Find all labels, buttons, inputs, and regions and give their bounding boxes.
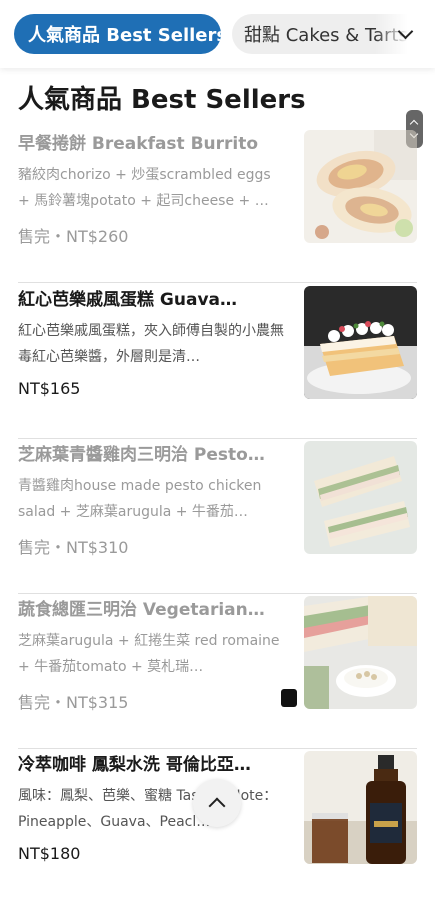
menu-item-vegetarian-sandwich[interactable]: 蔬食總匯三明治 Vegetarian… 芝麻葉arugula + 紅捲生菜 re… [18,593,417,749]
overlay-marker [281,689,297,707]
menu-item-text: 早餐捲餅 Breakfast Burrito 豬絞肉chorizo + 炒蛋sc… [18,127,288,214]
menu-item-description: 芝麻葉arugula + 紅捲生菜 red romaine + 牛番茄tomat… [18,633,280,675]
back-to-top-button[interactable] [193,779,241,827]
menu-item-description: 青醬雞肉house made pesto chicken salad + 芝麻葉… [18,478,262,520]
menu-item-description: 風味：鳳梨、芭樂、蜜糖 Tasting Note：Pineapple、Guava… [18,788,278,830]
section-title: 人氣商品 Best Sellers [18,85,306,115]
menu-item-text: 紅心芭樂戚風蛋糕 Guava… 紅心芭樂戚風蛋糕，夾入師傅自製的小農無毒紅心芭樂… [18,283,288,370]
menu-item-photo[interactable] [304,130,417,243]
menu-item-name: 芝麻葉青醬雞肉三明治 Pesto… [18,445,265,465]
menu-item-photo[interactable] [304,441,417,554]
menu-item-guava-cake[interactable]: 紅心芭樂戚風蛋糕 Guava… 紅心芭樂戚風蛋糕，夾入師傅自製的小農無毒紅心芭樂… [18,283,417,439]
menu-item-description: 豬絞肉chorizo + 炒蛋scrambled eggs + 馬鈴薯塊pota… [18,167,271,209]
menu-item-photo[interactable] [304,596,417,709]
menu-item-breakfast-burrito[interactable]: 早餐捲餅 Breakfast Burrito 豬絞肉chorizo + 炒蛋sc… [18,127,417,283]
menu-item-name: 冷萃咖啡 鳳梨水洗 哥倫比亞… [18,755,251,775]
menu-item-text: 芝麻葉青醬雞肉三明治 Pesto… 青醬雞肉house made pesto c… [18,438,288,525]
menu-item-name: 紅心芭樂戚風蛋糕 Guava… [18,290,237,310]
menu-item-name: 早餐捲餅 Breakfast Burrito [18,134,259,154]
menu-item-name: 蔬食總匯三明治 Vegetarian… [18,600,265,620]
menu-item-price: NT$165 [18,379,81,398]
menu-item-photo[interactable] [304,751,417,864]
menu-item-price: 售完・NT$315 [18,693,129,712]
menu-item-text: 冷萃咖啡 鳳梨水洗 哥倫比亞… 風味：鳳梨、芭樂、蜜糖 Tasting Note… [18,748,288,835]
menu-item-description: 紅心芭樂戚風蛋糕，夾入師傅自製的小農無毒紅心芭樂醬，外層則是清… [18,323,284,365]
category-tab-bar: 人氣商品 Best Sellers 甜點 Cakes & Tarts [0,0,435,68]
tab-best-sellers[interactable]: 人氣商品 Best Sellers [14,14,221,54]
chevron-up-icon [208,797,226,815]
menu-item-price: 售完・NT$310 [18,538,129,557]
menu-item-text: 蔬食總匯三明治 Vegetarian… 芝麻葉arugula + 紅捲生菜 re… [18,593,288,680]
menu-item-price: NT$180 [18,844,81,863]
tab-best-sellers-label: 人氣商品 Best Sellers [28,25,221,46]
menu-item-pesto-sandwich[interactable]: 芝麻葉青醬雞肉三明治 Pesto… 青醬雞肉house made pesto c… [18,438,417,594]
menu-item-price: 售完・NT$260 [18,227,129,246]
menu-item-photo[interactable] [304,286,417,399]
